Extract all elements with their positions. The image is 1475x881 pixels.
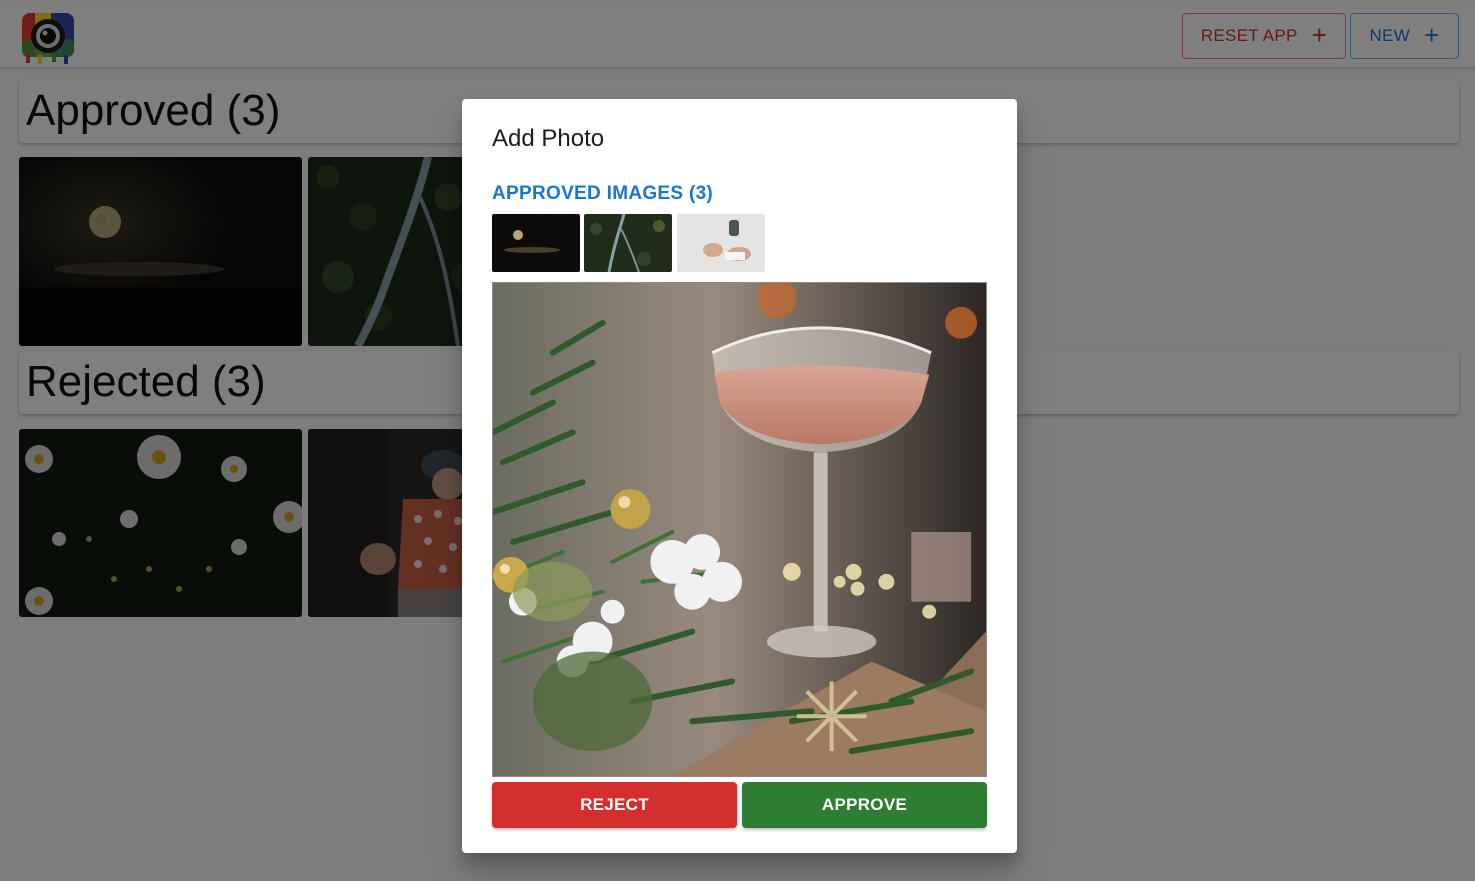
approve-label: APPROVE (821, 795, 908, 814)
reject-button[interactable]: REJECT (492, 782, 737, 828)
approved-thumb-forest[interactable] (584, 214, 672, 272)
approve-button[interactable]: APPROVE (742, 782, 987, 828)
dialog-title: Add Photo (492, 125, 605, 152)
photo-preview (492, 282, 987, 777)
approved-thumb-moon[interactable] (492, 214, 580, 272)
reject-label: REJECT (580, 795, 649, 814)
add-photo-dialog: Add Photo APPROVED IMAGES (3) REJECT APP… (462, 99, 1017, 853)
approved-images-label: APPROVED IMAGES (3) (492, 183, 714, 204)
app-root: RESET APP + NEW + Approved (3) (0, 0, 1475, 881)
approved-thumb-hands[interactable] (677, 214, 765, 272)
